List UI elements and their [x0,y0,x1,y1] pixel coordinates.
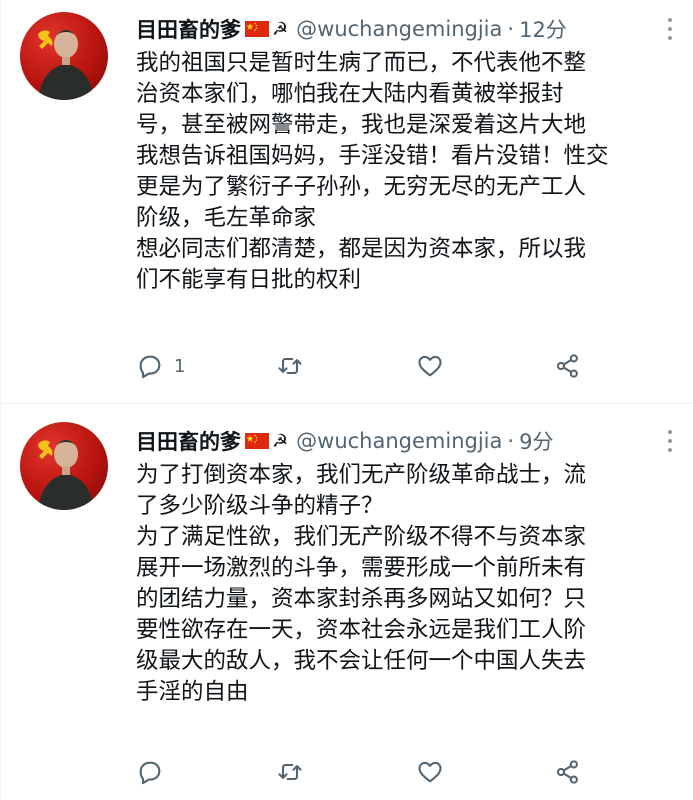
like-button[interactable] [416,754,454,790]
retweet-button[interactable] [276,754,314,790]
tweet-text: 我的祖国只是暂时生病了而已，不代表他不整 治资本家们，哪怕我在大陆内看黄被举报封… [136,48,676,296]
share-button[interactable] [554,348,582,384]
tweet-text-line: 治资本家们，哪怕我在大陆内看黄被举报封 [136,81,564,107]
tweet-text-line: 展开一场激烈的斗争，需要形成一个前所未有 [136,555,587,581]
tweet-text-line: 为了满足性欲，我们无产阶级不得不与资本家 [136,524,587,550]
share-icon [556,760,578,784]
tweet-text-line: 更是为了繁衍子子孙孙，无穷无尽的无产工人 [136,174,587,200]
tweet[interactable]: 目田畜的爹 ☭ @wuchangemingjia · 9分 为了打倒资本家，我们… [0,412,693,800]
tweet-text-line: 了多少阶级斗争的精子？ [136,493,384,519]
tweet-actions [130,754,600,790]
heart-icon [418,761,442,783]
reply-icon [139,761,161,785]
tweet-text-line: 号，甚至被网警带走，我也是深爱着这片大地 [136,112,587,138]
share-button[interactable] [554,754,582,790]
tweet-actions: 1 [130,348,600,384]
display-name[interactable]: 目田畜的爹 [136,426,241,456]
tweet-text-line: 我想告诉祖国妈妈，手淫没错！看片没错！性交 [136,143,609,169]
user-handle[interactable]: @wuchangemingjia [296,429,502,453]
tweet-text-line: 阶级，毛左革命家 [136,205,317,231]
hammer-sickle-icon: ☭ [272,18,289,40]
avatar-portrait-icon [38,30,94,100]
more-options-icon[interactable] [667,18,673,40]
tweet-text-line: 为了打倒资本家，我们无产阶级革命战士，流 [136,462,587,488]
tweet-timestamp[interactable]: 9分 [519,426,553,456]
share-icon [556,354,578,378]
more-options-icon[interactable] [667,430,673,452]
avatar-portrait-icon [38,440,94,510]
retweet-icon [278,763,302,781]
tweet-text-line: 手淫的自由 [136,679,249,705]
user-handle[interactable]: @wuchangemingjia [296,17,502,41]
tweet-header: 目田畜的爹 ☭ @wuchangemingjia · 9分 [136,424,673,458]
tweet-text-line: 想必同志们都清楚，都是因为资本家，所以我 [136,236,587,262]
like-button[interactable] [416,348,454,384]
avatar[interactable] [20,422,108,510]
reply-button[interactable] [136,754,174,790]
tweet[interactable]: 目田畜的爹 ☭ @wuchangemingjia · 12分 我的祖国只是暂时生… [0,0,693,400]
tweet-text: 为了打倒资本家，我们无产阶级革命战士，流 了多少阶级斗争的精子？ 为了满足性欲，… [136,460,676,708]
tweet-text-line: 级最大的敌人，我不会让任何一个中国人失去 [136,648,587,674]
china-flag-icon [245,433,269,449]
tweet-text-line: 们不能享有日批的权利 [136,267,362,293]
tweet-header: 目田畜的爹 ☭ @wuchangemingjia · 12分 [136,12,673,46]
heart-icon [418,355,442,377]
reply-count: 1 [174,355,186,377]
separator-dot: · [507,429,515,453]
tweet-divider [0,403,693,404]
separator-dot: · [507,17,515,41]
tweet-text-line: 要性欲存在一天，资本社会永远是我们工人阶 [136,617,587,643]
hammer-sickle-icon: ☭ [272,430,289,452]
retweet-icon [278,357,302,375]
reply-icon [139,355,161,379]
tweet-timestamp[interactable]: 12分 [519,14,567,44]
display-name[interactable]: 目田畜的爹 [136,14,241,44]
retweet-button[interactable] [276,348,314,384]
china-flag-icon [245,21,269,37]
avatar[interactable] [20,12,108,100]
tweet-text-line: 的团结力量，资本家封杀再多网站又如何？只 [136,586,587,612]
tweet-text-line: 我的祖国只是暂时生病了而已，不代表他不整 [136,50,587,76]
reply-button[interactable]: 1 [136,348,185,384]
